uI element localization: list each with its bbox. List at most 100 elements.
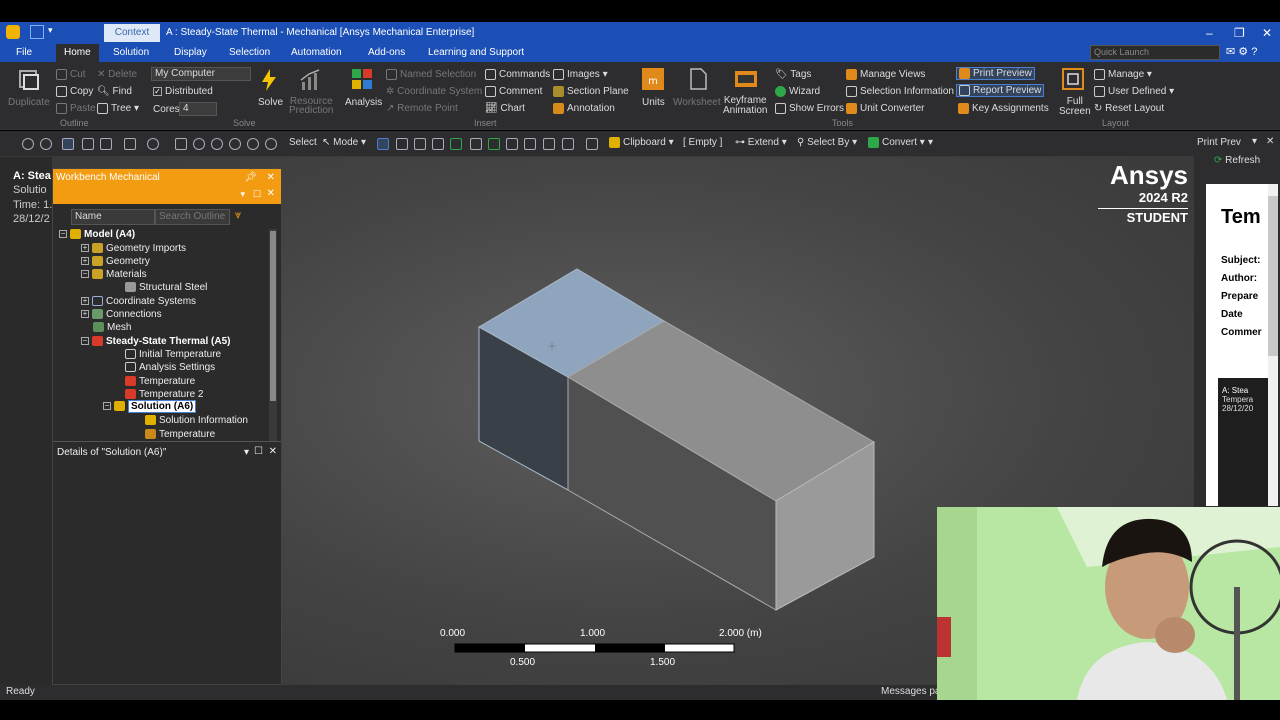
collapse-icon[interactable]: − [103, 402, 111, 411]
print-preview-button[interactable]: Print Preview [956, 67, 1035, 81]
context-tab[interactable]: Context [104, 24, 160, 42]
panel-dropdown-icon[interactable]: ▾ [1252, 136, 1257, 147]
details-dropdown-icon[interactable]: ▾ [244, 447, 249, 458]
commands-button[interactable]: Commands [485, 69, 550, 80]
duplicate-button[interactable]: Duplicate [8, 97, 50, 108]
search-outline-input[interactable]: Search Outline [155, 209, 230, 225]
coordinate-system-button[interactable]: ✲ Coordinate System [386, 86, 482, 97]
tree-item-structural-steel[interactable]: Structural Steel [125, 282, 207, 293]
previous-view-icon[interactable] [265, 138, 277, 150]
manage-views-button[interactable]: Manage Views [846, 69, 925, 80]
select-body-icon[interactable] [432, 138, 444, 150]
tree-item-geometry[interactable]: + Geometry [81, 256, 150, 267]
paste-button[interactable]: Paste [56, 103, 96, 114]
manage-button[interactable]: Manage ▾ [1094, 69, 1152, 80]
select-comment-icon[interactable] [562, 138, 574, 150]
units-button[interactable]: Units [642, 97, 665, 108]
tab-display[interactable]: Display [174, 44, 207, 62]
details-maximize-icon[interactable]: ☐ [254, 446, 263, 457]
filter-icon[interactable]: ⩔ [235, 209, 241, 222]
select-vertex-icon[interactable] [377, 138, 389, 150]
clipboard-dropdown[interactable]: Clipboard ▾ [609, 137, 674, 148]
outline-close-icon[interactable]: ✕ [267, 169, 275, 187]
tab-learning-and-support[interactable]: Learning and Support [428, 44, 524, 62]
distributed-checkbox[interactable]: ✓ Distributed [153, 86, 213, 97]
tree-item-coordinate-systems[interactable]: + Coordinate Systems [81, 296, 196, 307]
duplicate-icon[interactable] [17, 68, 41, 92]
outline-scrollbar-thumb[interactable] [270, 231, 276, 401]
mode-dropdown[interactable]: ↖ Mode ▾ [322, 137, 366, 148]
select-tree-icon[interactable] [543, 138, 555, 150]
keyframe-animation-icon[interactable] [734, 67, 758, 91]
quick-access-dropdown-icon[interactable]: ▾ [48, 25, 53, 36]
expand-icon[interactable]: + [81, 257, 89, 266]
tree-item-materials[interactable]: − Materials [81, 269, 147, 280]
chart-line-icon[interactable] [586, 138, 598, 150]
tab-add-ons[interactable]: Add-ons [368, 44, 405, 62]
tree-item-analysis-settings[interactable]: Analysis Settings [125, 362, 215, 373]
worksheet-button[interactable]: Worksheet [673, 97, 721, 108]
worksheet-icon[interactable] [686, 67, 710, 91]
outline-maximize-icon[interactable]: ☐ [253, 189, 261, 200]
tree-item-geometry-imports[interactable]: + Geometry Imports [81, 243, 186, 254]
outline-column-name[interactable]: Name [71, 209, 155, 225]
tree-item-steady-state-thermal[interactable]: − Steady-State Thermal (A5) [81, 336, 230, 347]
lightning-icon[interactable] [257, 68, 281, 92]
unit-converter-button[interactable]: Unit Converter [846, 103, 924, 114]
select-edge-icon[interactable] [396, 138, 408, 150]
tree-item-temperature-result[interactable]: Temperature [145, 429, 215, 440]
save-icon[interactable] [30, 25, 44, 39]
ansys-app-icon[interactable] [6, 25, 20, 39]
tags-button[interactable]: 🏷︎ Tags [775, 69, 811, 80]
copy-view-icon[interactable] [124, 138, 136, 150]
details-close-icon[interactable]: ✕ [269, 446, 277, 457]
magnifier-window-icon[interactable] [247, 138, 259, 150]
close-icon[interactable]: ✕ [1262, 22, 1272, 44]
outline-scrollbar[interactable] [269, 229, 277, 441]
find-button[interactable]: 🔍︎ Find [97, 86, 132, 97]
refresh-button[interactable]: ⟳ Refresh [1214, 155, 1260, 166]
section-plane-button[interactable]: Section Plane [553, 86, 629, 97]
tab-automation[interactable]: Automation [291, 44, 342, 62]
collapse-icon[interactable]: − [81, 270, 89, 279]
expand-icon[interactable]: + [81, 297, 89, 306]
tree-item-solution[interactable]: − Solution (A6) [103, 400, 197, 413]
units-icon[interactable]: m [641, 67, 665, 91]
collapse-icon[interactable]: − [59, 230, 67, 239]
cores-input[interactable]: 4 [179, 102, 217, 116]
resource-chart-icon[interactable] [299, 68, 323, 92]
report-scrollbar-thumb[interactable] [1268, 196, 1278, 356]
tree-item-solution-information[interactable]: Solution Information [145, 415, 248, 426]
select-element-face-icon[interactable] [470, 138, 482, 150]
show-errors-button[interactable]: Show Errors [775, 103, 844, 114]
toolbar-overflow-icon[interactable]: ▾ [928, 137, 933, 148]
box-view-icon[interactable] [82, 138, 94, 150]
analysis-icon[interactable] [350, 67, 374, 91]
pin-icon[interactable]: 📌︎ [244, 169, 257, 187]
select-by-dropdown[interactable]: ⚲ Select By ▾ [797, 137, 857, 148]
outline-subclose-icon[interactable]: ✕ [267, 188, 275, 199]
full-screen-icon[interactable] [1061, 67, 1085, 91]
remote-point-button[interactable]: ↗ Remote Point [386, 103, 458, 114]
tree-item-temperature-2[interactable]: Temperature 2 [125, 389, 203, 400]
solve-button[interactable]: Solve [258, 97, 283, 108]
select-mesh-icon[interactable] [506, 138, 518, 150]
user-defined-button[interactable]: User Defined ▾ [1094, 86, 1174, 97]
delete-button[interactable]: ✕ Delete [97, 69, 137, 80]
tree-item-temperature[interactable]: Temperature [125, 376, 195, 387]
tree-item-mesh[interactable]: Mesh [93, 322, 131, 333]
tree-button[interactable]: Tree ▾ [97, 103, 139, 114]
select-element-icon[interactable] [488, 138, 500, 150]
wizard-button[interactable]: Wizard [775, 86, 820, 97]
maximize-icon[interactable]: ❐ [1234, 22, 1245, 44]
tree-item-connections[interactable]: + Connections [81, 309, 162, 320]
selection-information-button[interactable]: Selection Information [846, 86, 954, 97]
select-points-icon[interactable] [524, 138, 536, 150]
tree-item-model[interactable]: − Model (A4) [59, 229, 135, 240]
zoom-in-icon[interactable] [22, 138, 34, 150]
report-scrollbar[interactable] [1268, 184, 1278, 506]
named-selection-button[interactable]: Named Selection [386, 69, 476, 80]
analysis-button[interactable]: Analysis [345, 97, 382, 108]
messages-pane-label[interactable]: Messages pa [881, 686, 940, 697]
convert-dropdown[interactable]: Convert ▾ [868, 137, 925, 148]
